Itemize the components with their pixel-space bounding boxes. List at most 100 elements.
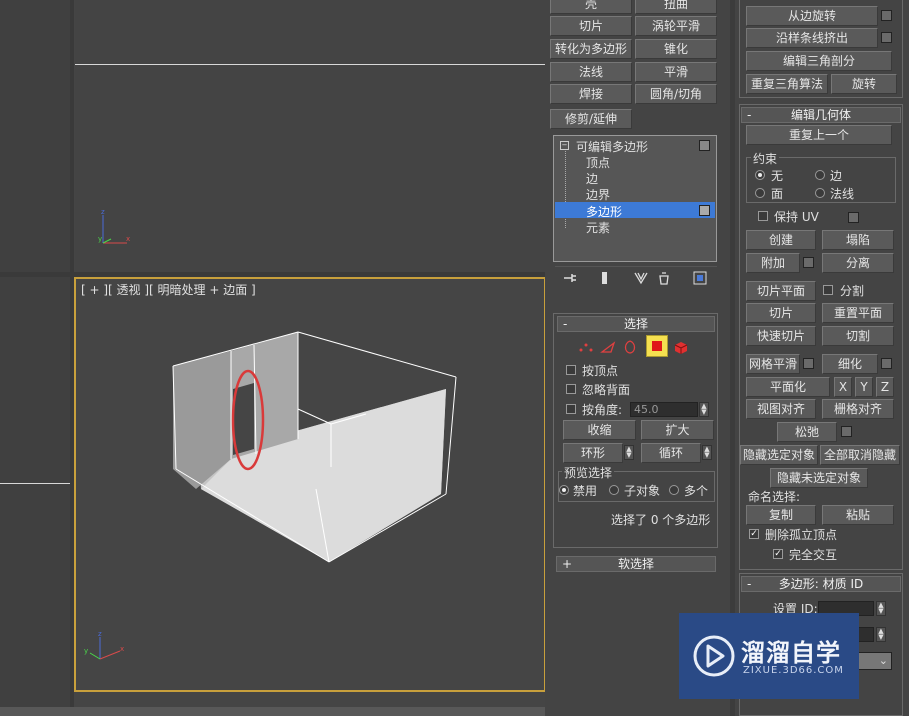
quickslice-button[interactable]: 快速切片 — [746, 326, 816, 346]
angle-spinner-arrows[interactable]: ▲ ▼ — [699, 402, 709, 417]
soft-selection-rollout-header[interactable]: + 软选择 — [556, 556, 716, 572]
copy-button[interactable]: 复制 — [746, 505, 816, 525]
stack-visibility-icon[interactable] — [699, 140, 710, 151]
relax-button[interactable]: 松弛 — [777, 422, 837, 442]
preview-disabled-radio[interactable] — [559, 485, 569, 495]
tessellate-button[interactable]: 细化 — [822, 354, 878, 374]
loop-button[interactable]: 循环 — [641, 443, 701, 463]
ring-button[interactable]: 环形 — [563, 443, 623, 463]
stack-item-edge[interactable]: 边 — [586, 170, 598, 187]
slice-plane-button[interactable]: 切片平面 — [746, 281, 816, 301]
edit-triangulation-button[interactable]: 编辑三角剖分 — [746, 51, 892, 71]
stack-item-visibility-icon[interactable] — [699, 205, 710, 216]
pin-stack-icon[interactable] — [562, 270, 578, 286]
view-align-button[interactable]: 视图对齐 — [746, 399, 816, 419]
paste-button[interactable]: 粘贴 — [822, 505, 894, 525]
viewport-separator[interactable] — [0, 272, 545, 277]
attach-list-icon[interactable] — [803, 257, 814, 268]
modifier-button-turbosmooth[interactable]: 涡轮平滑 — [635, 16, 717, 36]
by-angle-checkbox[interactable] — [566, 404, 576, 414]
preserve-uv-checkbox[interactable] — [758, 211, 768, 221]
relax-settings-icon[interactable] — [841, 426, 852, 437]
modifier-stack[interactable]: − 可编辑多边形 顶点 边 边界 多边形 元素 — [553, 135, 717, 262]
retriangulate-button[interactable]: 重复三角算法 — [746, 74, 828, 94]
stack-item-vertex[interactable]: 顶点 — [586, 154, 610, 171]
modifier-button-taper[interactable]: 锥化 — [635, 39, 717, 59]
modifier-button-shell[interactable]: 壳 — [550, 0, 632, 14]
constraint-normal-radio[interactable] — [815, 188, 825, 198]
attach-button[interactable]: 附加 — [746, 253, 800, 273]
preview-multi-radio[interactable] — [669, 485, 679, 495]
ignore-backfacing-checkbox[interactable] — [566, 384, 576, 394]
modifier-button-normal[interactable]: 法线 — [550, 62, 632, 82]
extrude-along-spline-button[interactable]: 沿样条线挤出 — [746, 28, 878, 48]
viewport-separator[interactable] — [70, 0, 74, 707]
edge-mode-icon[interactable] — [599, 338, 617, 356]
viewport-perspective[interactable]: [ + ][ 透视 ][ 明暗处理 + 边面 ] z y x — [74, 277, 546, 692]
tessellate-settings-icon[interactable] — [881, 358, 892, 369]
modifier-button-smooth[interactable]: 平滑 — [635, 62, 717, 82]
cut-button[interactable]: 切割 — [822, 326, 894, 346]
modifier-button-weld[interactable]: 焊接 — [550, 84, 632, 104]
stack-item-element[interactable]: 元素 — [586, 219, 610, 236]
stack-item-polygon-selected[interactable]: 多边形 — [555, 202, 715, 219]
stack-item-border[interactable]: 边界 — [586, 186, 610, 203]
polygon-mode-icon[interactable] — [646, 335, 668, 357]
meshsmooth-settings-icon[interactable] — [803, 358, 814, 369]
extrude-spline-settings-icon[interactable] — [881, 32, 892, 43]
constraint-face-radio[interactable] — [755, 188, 765, 198]
modifier-button-convert-to-poly[interactable]: 转化为多边形 — [550, 39, 632, 59]
collapse-button[interactable]: 塌陷 — [822, 230, 894, 250]
make-planar-button[interactable]: 平面化 — [746, 377, 830, 397]
constraint-none-radio[interactable] — [755, 170, 765, 180]
loop-spinner-arrows[interactable]: ▲ ▼ — [702, 445, 712, 460]
planar-y-button[interactable]: Y — [855, 377, 873, 397]
hide-selected-button[interactable]: 隐藏选定对象 — [740, 445, 818, 465]
stack-root-editable-poly[interactable]: 可编辑多边形 — [576, 138, 648, 155]
modifier-button-twist[interactable]: 扭曲 — [635, 0, 717, 14]
create-button[interactable]: 创建 — [746, 230, 816, 250]
viewport-top-left[interactable] — [0, 0, 70, 272]
planar-z-button[interactable]: Z — [876, 377, 894, 397]
stack-expand-icon[interactable]: − — [560, 141, 569, 150]
modifier-button-trim-extend[interactable]: 修剪/延伸 — [550, 109, 632, 129]
lathe-settings-icon[interactable] — [881, 10, 892, 21]
slice-button[interactable]: 切片 — [746, 303, 816, 323]
detach-button[interactable]: 分离 — [822, 253, 894, 273]
make-unique-icon[interactable] — [633, 270, 649, 286]
modifier-button-chamfer[interactable]: 圆角/切角 — [635, 84, 717, 104]
edit-geometry-header[interactable]: - 编辑几何体 — [741, 107, 901, 123]
reset-plane-button[interactable]: 重置平面 — [822, 303, 894, 323]
hide-unselected-button[interactable]: 隐藏未选定对象 — [770, 468, 868, 488]
vertex-mode-icon[interactable] — [577, 338, 595, 356]
angle-spinner[interactable]: 45.0 — [630, 402, 698, 417]
full-interactivity-checkbox[interactable]: ✓ — [773, 549, 783, 559]
turn-button[interactable]: 旋转 — [831, 74, 897, 94]
preview-subobject-radio[interactable] — [609, 485, 619, 495]
delete-isolated-checkbox[interactable]: ✓ — [749, 529, 759, 539]
repeat-last-button[interactable]: 重复上一个 — [746, 125, 892, 145]
constraint-edge-radio[interactable] — [815, 170, 825, 180]
lathe-from-edge-button[interactable]: 从边旋转 — [746, 6, 878, 26]
grid-align-button[interactable]: 栅格对齐 — [822, 399, 894, 419]
modifier-button-slice[interactable]: 切片 — [550, 16, 632, 36]
configure-modifier-sets-icon[interactable] — [692, 270, 708, 286]
material-ids-header[interactable]: - 多边形: 材质 ID — [741, 576, 901, 592]
show-end-result-icon[interactable] — [597, 270, 613, 286]
viewport-top-right[interactable]: z y x — [75, 0, 545, 272]
remove-modifier-icon[interactable] — [656, 270, 672, 286]
meshsmooth-button[interactable]: 网格平滑 — [746, 354, 800, 374]
selection-rollout-header[interactable]: - 选择 — [557, 316, 715, 332]
border-mode-icon[interactable] — [621, 338, 639, 356]
preserve-uv-settings-icon[interactable] — [848, 212, 859, 223]
viewport-bottom-left[interactable] — [0, 277, 70, 707]
shrink-button[interactable]: 收缩 — [563, 420, 636, 440]
by-vertex-checkbox[interactable] — [566, 365, 576, 375]
ring-spinner-arrows[interactable]: ▲ ▼ — [624, 445, 634, 460]
grow-button[interactable]: 扩大 — [641, 420, 714, 440]
element-mode-icon[interactable] — [672, 338, 690, 356]
unhide-all-button[interactable]: 全部取消隐藏 — [820, 445, 900, 465]
split-checkbox[interactable] — [823, 285, 833, 295]
planar-x-button[interactable]: X — [834, 377, 852, 397]
set-id-spinner-arrows[interactable]: ▲ ▼ — [876, 601, 886, 616]
